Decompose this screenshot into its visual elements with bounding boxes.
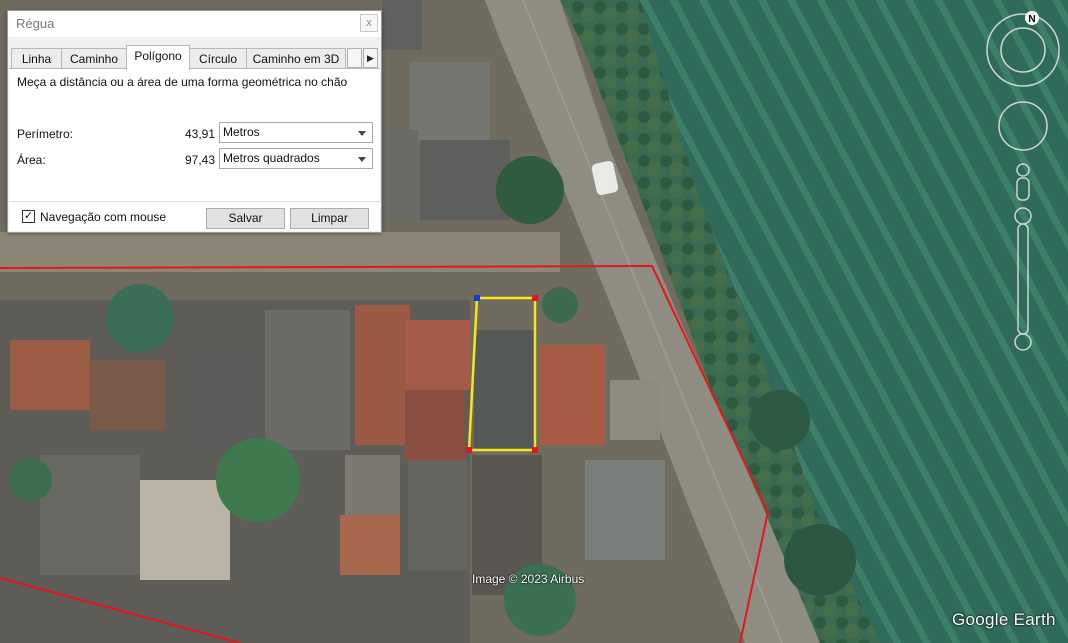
dialog-title: Régua [16,16,55,31]
close-icon[interactable]: x [360,14,378,32]
dialog-titlebar[interactable]: Régua x [8,11,381,37]
area-label: Área: [17,153,46,167]
perimeter-unit-value: Metros [223,125,260,139]
save-button[interactable]: Salvar [206,208,285,229]
zoom-slider-icon[interactable] [1014,207,1032,351]
navigation-controls[interactable]: N [985,8,1065,358]
chevron-down-icon [358,131,366,136]
clear-button[interactable]: Limpar [290,208,369,229]
mouse-nav-label[interactable]: Navegação com mouse [40,210,166,224]
tab-linha[interactable]: Linha [11,48,62,69]
image-credit: Image © 2023 Airbus [472,572,585,586]
tab-caminho-3d[interactable]: Caminho em 3D [246,48,346,69]
polygon-vertex[interactable] [532,295,538,301]
perimeter-label: Perímetro: [17,127,74,141]
compass-ring-icon[interactable] [986,13,1060,87]
area-unit-select[interactable]: Metros quadrados [219,148,373,169]
footer-divider [9,201,380,202]
tab-scroll-right-icon[interactable]: ▶ [363,48,378,68]
tab-poligono[interactable]: Polígono [126,45,190,70]
area-unit-value: Metros quadrados [223,151,320,165]
chevron-down-icon [358,157,366,162]
tab-caminho[interactable]: Caminho [61,48,127,69]
google-earth-logo: Google Earth [952,610,1056,629]
mouse-nav-checkbox[interactable]: ✓ [22,210,35,223]
polygon-vertex[interactable] [532,447,538,453]
area-value: 97,43 [184,153,215,167]
street-view-pegman-icon[interactable] [1016,163,1030,201]
ruler-dialog: Régua x Linha Caminho Polígono Círculo C… [7,10,382,233]
polygon-pane: Meça a distância ou a área de uma forma … [9,68,380,231]
look-joystick-icon[interactable] [998,101,1048,151]
pane-description: Meça a distância ou a área de uma forma … [17,75,348,89]
perimeter-value: 43,91 [184,127,215,141]
polygon-vertex[interactable] [466,447,472,453]
measure-tabs: Linha Caminho Polígono Círculo Caminho e… [8,45,381,70]
perimeter-unit-select[interactable]: Metros [219,122,373,143]
tab-circulo[interactable]: Círculo [189,48,247,69]
tab-scroll-left-icon[interactable] [347,48,362,68]
polygon-vertex-start[interactable] [474,295,480,301]
north-label: N [1028,14,1035,25]
